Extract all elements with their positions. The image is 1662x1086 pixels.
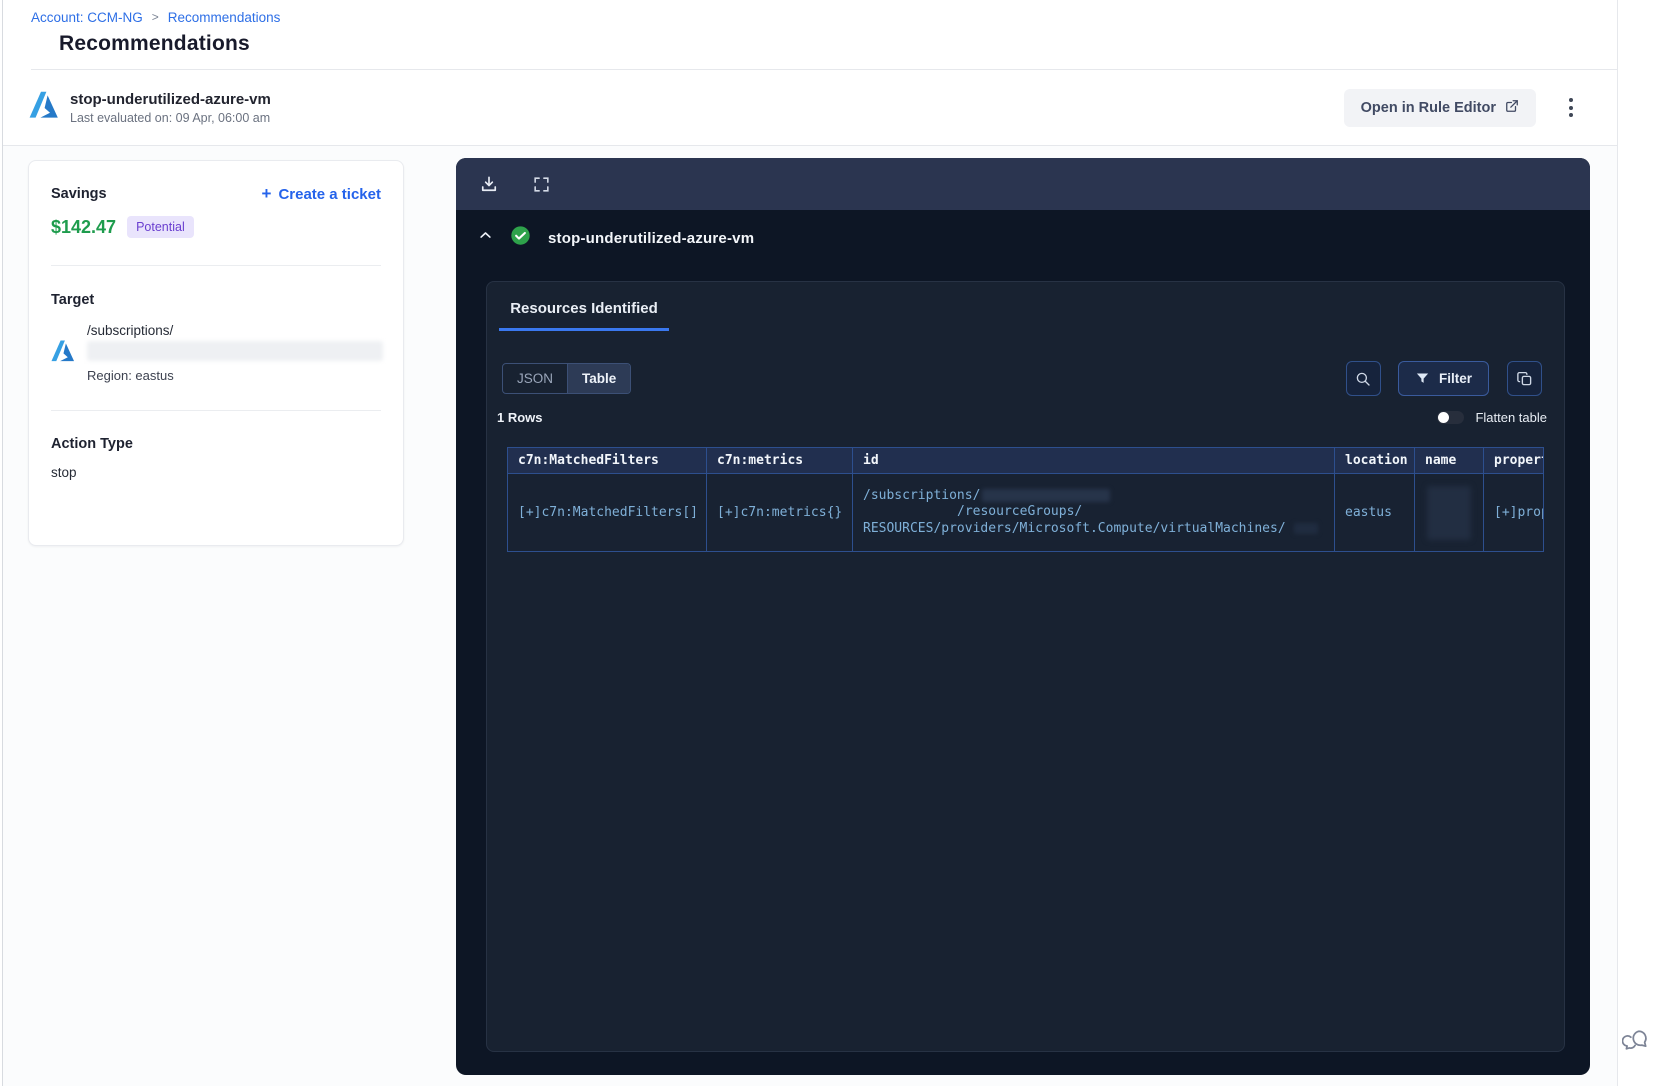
open-in-rule-editor-label: Open in Rule Editor (1360, 99, 1496, 116)
savings-amount: $142.47 (51, 216, 117, 237)
create-ticket-button[interactable]: + Create a ticket (261, 184, 382, 203)
filter-button[interactable]: Filter (1397, 361, 1489, 396)
savings-potential-badge: Potential (127, 216, 194, 238)
resources-table: c7n:MatchedFilters c7n:metrics id locati… (507, 447, 1543, 552)
app-window: Account: CCM-NG > Recommendations Recomm… (2, 0, 1618, 1086)
column-header-name[interactable]: name (1414, 447, 1484, 474)
breadcrumb-recommendations-link[interactable]: Recommendations (168, 10, 281, 25)
resources-card: Resources Identified JSON Table Filter 1… (486, 281, 1565, 1052)
table-row: [+]c7n:MatchedFilters[] [+]c7n:metrics{}… (507, 473, 1543, 552)
breadcrumb: Account: CCM-NG > Recommendations (31, 9, 1617, 26)
rows-count: 1 Rows (497, 410, 543, 425)
content-area: Savings + Create a ticket $142.47 Potent… (3, 146, 1617, 1086)
tab-bar: Resources Identified (487, 282, 1564, 331)
check-circle-icon (510, 225, 531, 251)
evaluation-results-panel: stop-underutilized-azure-vm Resources Id… (456, 158, 1590, 1075)
cell-matchedfilters-expand[interactable]: [+]c7n:MatchedFilters[] (507, 473, 707, 552)
chat-support-icon[interactable] (1621, 1026, 1652, 1056)
table-header-row: c7n:MatchedFilters c7n:metrics id locati… (507, 447, 1543, 474)
column-header-id[interactable]: id (852, 447, 1335, 474)
target-label: Target (51, 292, 95, 308)
cell-id: /subscriptions/ /resourceGroups/ RESOURC… (852, 473, 1335, 552)
rule-name: stop-underutilized-azure-vm (70, 90, 271, 108)
breadcrumb-chevron-icon: > (151, 9, 159, 24)
savings-label: Savings (51, 186, 107, 202)
filter-funnel-icon (1416, 373, 1429, 383)
chevron-up-icon[interactable] (478, 228, 493, 248)
column-header-location[interactable]: location (1334, 447, 1415, 474)
azure-logo-icon (29, 90, 59, 125)
page-title: Recommendations (59, 32, 250, 55)
flatten-table-toggle[interactable] (1437, 411, 1465, 424)
table-controls: JSON Table Filter (502, 361, 1542, 396)
cell-name (1414, 473, 1484, 552)
card-divider (51, 265, 381, 266)
page-header: Account: CCM-NG > Recommendations Recomm… (3, 0, 1617, 70)
external-link-icon (1505, 99, 1519, 117)
copy-icon (1516, 371, 1531, 385)
flatten-table-label: Flatten table (1475, 410, 1547, 425)
action-type-value: stop (51, 465, 77, 480)
tab-resources-identified[interactable]: Resources Identified (499, 300, 669, 331)
id-line-1: /subscriptions/ (863, 487, 981, 503)
recommendation-details-card: Savings + Create a ticket $142.47 Potent… (28, 160, 404, 546)
open-in-rule-editor-button[interactable]: Open in Rule Editor (1343, 88, 1536, 127)
cell-metrics-expand[interactable]: [+]c7n:metrics{} (706, 473, 853, 552)
table-meta-row: 1 Rows Flatten table (497, 410, 1547, 425)
cell-location: eastus (1334, 473, 1415, 552)
panel-toolbar (456, 158, 1590, 210)
fullscreen-icon[interactable] (532, 175, 551, 194)
card-divider (51, 410, 381, 411)
column-header-properties[interactable]: propert (1483, 447, 1543, 474)
rule-header: stop-underutilized-azure-vm Last evaluat… (3, 70, 1617, 146)
view-toggle: JSON Table (502, 363, 632, 394)
cell-properties-expand[interactable]: [+]prop (1483, 473, 1543, 552)
id-line-3: RESOURCES/providers/Microsoft.Compute/vi… (863, 520, 1286, 536)
azure-logo-icon-small (51, 339, 75, 368)
plus-icon: + (261, 184, 272, 203)
target-region: Region: eastus (87, 368, 174, 383)
column-header-matchedfilters[interactable]: c7n:MatchedFilters (507, 447, 707, 474)
panel-rule-name: stop-underutilized-azure-vm (548, 229, 755, 247)
target-path: /subscriptions/ (87, 323, 174, 338)
redacted-name-value (1427, 485, 1471, 540)
breadcrumb-account-link[interactable]: Account: CCM-NG (31, 10, 143, 25)
redacted-vm-name (1293, 522, 1318, 534)
resources-table-wrapper: c7n:MatchedFilters c7n:metrics id locati… (507, 447, 1544, 552)
action-type-label: Action Type (51, 436, 133, 452)
view-toggle-json[interactable]: JSON (503, 364, 569, 393)
rule-result-row: stop-underutilized-azure-vm (456, 212, 1590, 264)
download-icon[interactable] (479, 174, 499, 194)
redacted-subscription-id (87, 341, 383, 361)
id-line-2: /resourceGroups/ (957, 504, 1083, 520)
redacted-subscription-id (982, 488, 1111, 502)
rule-last-evaluated: Last evaluated on: 09 Apr, 06:00 am (70, 110, 271, 125)
search-icon (1357, 372, 1371, 386)
create-ticket-label: Create a ticket (278, 186, 381, 203)
view-toggle-table[interactable]: Table (568, 364, 631, 393)
search-button[interactable] (1345, 361, 1381, 396)
kebab-menu-icon[interactable] (1565, 94, 1577, 121)
filter-label: Filter (1438, 371, 1472, 386)
column-header-metrics[interactable]: c7n:metrics (706, 447, 853, 474)
copy-button[interactable] (1507, 361, 1542, 396)
rule-identity: stop-underutilized-azure-vm Last evaluat… (29, 90, 271, 125)
